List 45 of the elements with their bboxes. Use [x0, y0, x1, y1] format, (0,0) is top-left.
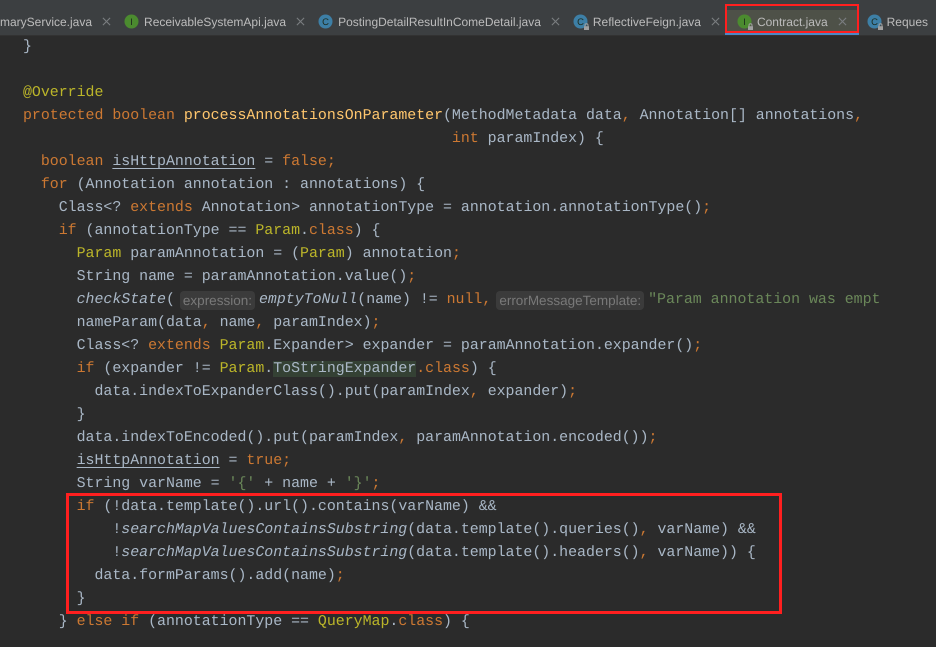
code-line: } [23, 38, 32, 57]
code-line: for (Annotation annotation : annotations) { [40, 176, 426, 195]
editor-tab[interactable]: C ReflectiveFeign.java [564, 4, 725, 35]
code-line: if (!data.template().url().contains(varName) && [76, 498, 497, 517]
code-line: boolean isHttpAnnotation = false; [40, 153, 336, 172]
code-line: int paramIndex) { [452, 130, 604, 149]
code-text: checkState( [76, 291, 175, 310]
code-line: String varName = '{' + name + '}'; [76, 475, 380, 494]
code-line: data.formParams().add(name); [94, 567, 345, 586]
parameter-hint: errorMessageTemplate: [496, 291, 644, 310]
close-icon[interactable] [550, 17, 560, 26]
code-line: } [76, 590, 86, 609]
locked-class-file-icon: C [572, 14, 589, 30]
code-line: !searchMapValuesContainsSubstring(data.template().headers(), varName)) { [112, 544, 756, 563]
code-text: "Param annotation was empt [648, 291, 880, 310]
code-line: Class<? extends Param.Expander> expander = paramAnnotation.expander(); [76, 337, 702, 356]
close-icon[interactable] [838, 17, 847, 26]
parameter-hint: expression: [180, 291, 255, 310]
code-line: if (expander != Param.ToStringExpander.class) { [76, 360, 497, 379]
close-icon[interactable] [102, 17, 112, 26]
locked-class-file-icon: C [866, 14, 883, 30]
class-file-icon: C [318, 14, 334, 30]
editor-tab[interactable]: I ReceivableSystemApi.java [116, 4, 310, 35]
code-line: Class<? extends Annotation> annotationType = annotation.annotationType(); [58, 199, 712, 218]
code-line: data.indexToExpanderClass().put(paramIndex, expander); [94, 383, 578, 402]
interface-file-icon: I [124, 14, 140, 30]
editor-tab[interactable]: C Reques [858, 4, 934, 35]
editor-tab[interactable]: I Contract.java [724, 4, 859, 35]
code-line: if (annotationType == Param.class) { [58, 222, 380, 241]
editor-tab[interactable]: maryService.java [0, 4, 116, 35]
close-icon[interactable] [710, 17, 720, 26]
editor-tab[interactable]: C PostingDetailResultInComeDetail.java [310, 4, 565, 35]
code-line: Param paramAnnotation = (Param) annotation; [76, 245, 461, 264]
code-line: } [76, 406, 86, 425]
code-line: } else if (annotationType == QueryMap.class) { [58, 613, 470, 632]
code-line: nameParam(data, name, paramIndex); [76, 314, 380, 333]
locked-interface-file-icon: I [736, 14, 753, 30]
code-line: @Override [23, 84, 104, 103]
code-line: String name = paramAnnotation.value(); [76, 268, 416, 287]
code-line: data.indexToEncoded().put(paramIndex, paramAnnotation.encoded()); [76, 429, 658, 448]
close-icon[interactable] [296, 17, 306, 26]
code-line: isHttpAnnotation = true; [76, 452, 292, 471]
code-line: !searchMapValuesContainsSubstring(data.template().queries(), varName) && [112, 521, 756, 540]
code-text: emptyToNull(name) != null, [258, 291, 492, 310]
code-line: protected boolean processAnnotationsOnParameter(MethodMetadata data, Annotation[] annotations, [23, 107, 863, 126]
